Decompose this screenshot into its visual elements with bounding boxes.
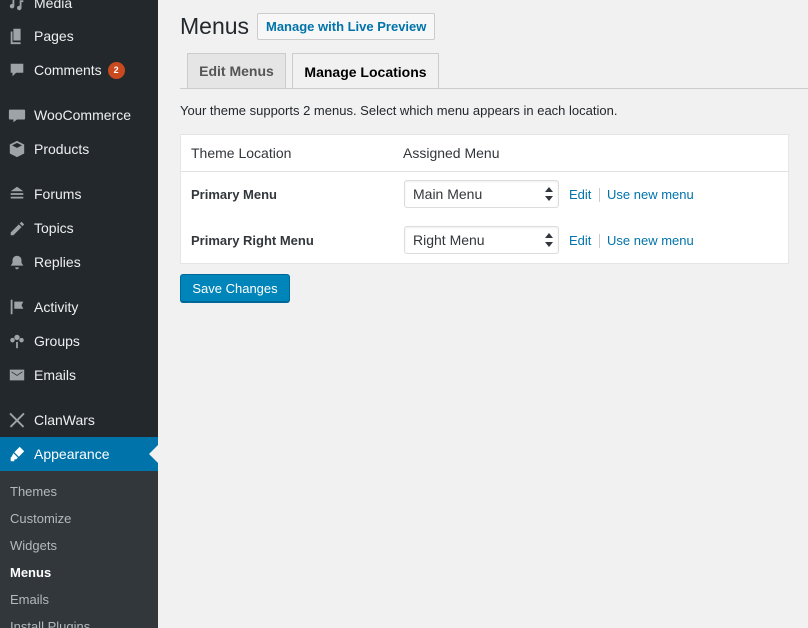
tab-manage-locations[interactable]: Manage Locations bbox=[292, 53, 439, 89]
comments-count-badge: 2 bbox=[107, 61, 125, 79]
table-header-divider bbox=[181, 171, 788, 172]
primary-menu-select[interactable]: Main Menu bbox=[404, 180, 559, 208]
save-changes-button[interactable]: Save Changes bbox=[180, 274, 290, 302]
sidebar-item-label: Media bbox=[34, 0, 73, 11]
comments-icon bbox=[0, 61, 34, 79]
admin-sidebar: Media Pages Comments 2 WooCommerce Produ… bbox=[0, 0, 158, 628]
sidebar-item-topics[interactable]: Topics bbox=[0, 211, 158, 245]
clanwars-icon bbox=[0, 411, 34, 429]
topics-icon bbox=[0, 219, 34, 237]
sidebar-item-label: Pages bbox=[34, 28, 74, 44]
select-arrows-icon bbox=[545, 187, 553, 201]
column-header-theme-location: Theme Location bbox=[191, 145, 292, 161]
media-icon bbox=[0, 0, 34, 12]
edit-primary-right-menu-link[interactable]: Edit bbox=[569, 233, 591, 248]
activity-icon bbox=[0, 298, 34, 316]
emails-icon bbox=[0, 366, 34, 384]
groups-icon bbox=[0, 332, 34, 350]
sidebar-item-groups[interactable]: Groups bbox=[0, 324, 158, 358]
sidebar-item-label: Groups bbox=[34, 333, 80, 349]
sidebar-item-appearance[interactable]: Appearance bbox=[0, 437, 158, 471]
sidebar-item-pages[interactable]: Pages bbox=[0, 19, 158, 53]
sidebar-item-label: Comments bbox=[34, 62, 102, 78]
sidebar-item-label: Emails bbox=[34, 367, 77, 383]
location-label-primary-right-menu: Primary Right Menu bbox=[191, 233, 314, 248]
sidebar-item-label: Replies bbox=[34, 254, 81, 270]
locations-description: Your theme supports 2 menus. Select whic… bbox=[180, 103, 618, 118]
edit-primary-menu-link[interactable]: Edit bbox=[569, 187, 591, 202]
primary-right-menu-select[interactable]: Right Menu bbox=[404, 226, 559, 254]
primary-right-menu-select-value: Right Menu bbox=[413, 232, 485, 248]
column-header-assigned-menu: Assigned Menu bbox=[403, 145, 500, 161]
sidebar-item-label: Topics bbox=[34, 220, 74, 236]
submenu-item-menus[interactable]: Menus bbox=[10, 565, 51, 580]
live-preview-button[interactable]: Manage with Live Preview bbox=[257, 13, 436, 40]
sidebar-item-label: Activity bbox=[34, 299, 79, 315]
sidebar-item-label: Forums bbox=[34, 186, 82, 202]
link-separator bbox=[599, 234, 600, 248]
submenu-item-themes[interactable]: Themes bbox=[10, 484, 57, 499]
submenu-item-widgets[interactable]: Widgets bbox=[10, 538, 57, 553]
sidebar-item-clanwars[interactable]: ClanWars bbox=[0, 403, 158, 437]
sidebar-item-products[interactable]: Products bbox=[0, 132, 158, 166]
tab-divider bbox=[180, 88, 808, 89]
sidebar-item-label: Appearance bbox=[34, 446, 110, 462]
sidebar-item-activity[interactable]: Activity bbox=[0, 290, 158, 324]
tab-edit-menus[interactable]: Edit Menus bbox=[187, 53, 286, 88]
sidebar-item-label: WooCommerce bbox=[34, 107, 131, 123]
location-label-primary-menu: Primary Menu bbox=[191, 187, 277, 202]
select-arrows-icon bbox=[545, 233, 553, 247]
sidebar-item-media[interactable]: Media bbox=[0, 0, 158, 20]
sidebar-item-label: ClanWars bbox=[34, 412, 95, 428]
sidebar-item-label: Products bbox=[34, 141, 90, 157]
sidebar-item-replies[interactable]: Replies bbox=[0, 245, 158, 279]
replies-icon bbox=[0, 253, 34, 271]
link-separator bbox=[599, 188, 600, 202]
submenu-item-install-plugins[interactable]: Install Plugins bbox=[10, 619, 90, 628]
forums-icon bbox=[0, 185, 34, 203]
appearance-icon bbox=[0, 445, 34, 463]
sidebar-item-forums[interactable]: Forums bbox=[0, 177, 158, 211]
use-new-menu-primary-link[interactable]: Use new menu bbox=[607, 187, 694, 202]
woocommerce-icon bbox=[0, 106, 34, 124]
submenu-item-emails[interactable]: Emails bbox=[10, 592, 49, 607]
page-title: Menus bbox=[180, 13, 250, 39]
sidebar-item-emails[interactable]: Emails bbox=[0, 358, 158, 392]
use-new-menu-primary-right-link[interactable]: Use new menu bbox=[607, 233, 694, 248]
sidebar-item-woocommerce[interactable]: WooCommerce bbox=[0, 98, 158, 132]
submenu-item-customize[interactable]: Customize bbox=[10, 511, 71, 526]
appearance-submenu: Themes Customize Widgets Menus Emails In… bbox=[0, 471, 158, 628]
menu-locations-table: Theme Location Assigned Menu Primary Men… bbox=[180, 134, 789, 264]
sidebar-item-comments[interactable]: Comments 2 bbox=[0, 53, 158, 87]
primary-menu-select-value: Main Menu bbox=[413, 186, 483, 202]
products-icon bbox=[0, 140, 34, 158]
pages-icon bbox=[0, 27, 34, 45]
